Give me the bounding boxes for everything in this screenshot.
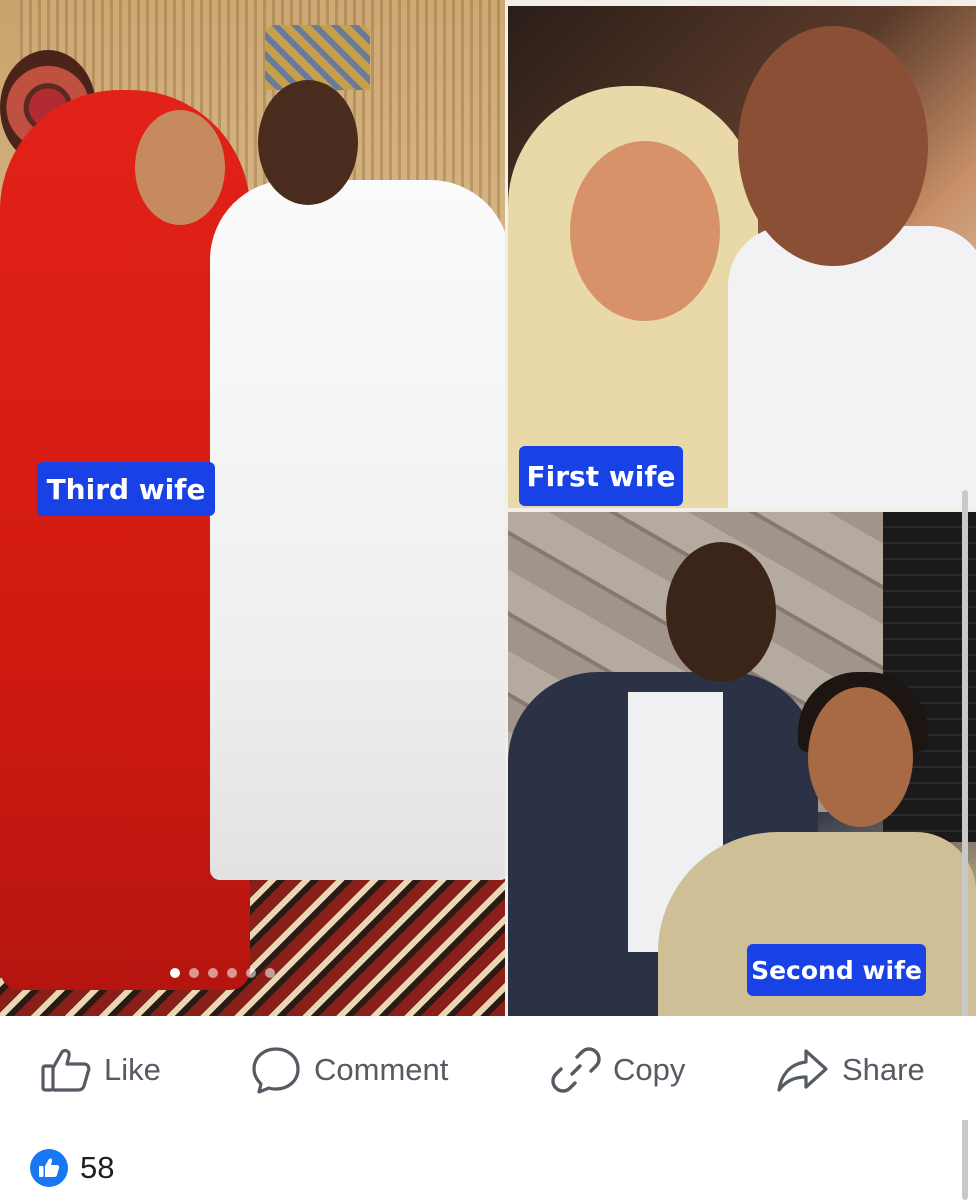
- carousel-dot[interactable]: [208, 968, 218, 978]
- like-label: Like: [104, 1052, 161, 1087]
- white-shirt: [728, 226, 976, 508]
- woman-face: [135, 110, 225, 225]
- carousel-dot[interactable]: [170, 968, 180, 978]
- carousel-dot[interactable]: [227, 968, 237, 978]
- carousel-dot[interactable]: [189, 968, 199, 978]
- carousel-dot[interactable]: [246, 968, 256, 978]
- reaction-summary[interactable]: 58: [30, 1148, 114, 1188]
- carousel-dot[interactable]: [265, 968, 275, 978]
- copy-button[interactable]: Copy: [551, 1047, 686, 1093]
- thumbs-up-icon: [40, 1047, 92, 1093]
- caption-first-wife: First wife: [519, 446, 683, 506]
- thumbs-up-icon: [30, 1149, 68, 1187]
- comment-label: Comment: [314, 1052, 449, 1087]
- comment-bubble-icon: [250, 1045, 302, 1095]
- photo-second-wife[interactable]: Second wife: [508, 512, 976, 1016]
- post-action-bar: Like Comment Copy Share: [0, 1016, 976, 1120]
- share-arrow-icon: [776, 1047, 830, 1093]
- photo-first-wife[interactable]: First wife: [508, 6, 976, 508]
- link-icon: [551, 1045, 601, 1095]
- caption-second-wife: Second wife: [747, 944, 926, 996]
- carousel-dots: [170, 968, 275, 978]
- woman-face: [808, 687, 913, 827]
- man-in-white: [210, 180, 505, 880]
- like-button[interactable]: Like: [40, 1047, 161, 1093]
- man-face: [738, 26, 928, 266]
- woman-face: [570, 141, 720, 321]
- copy-label: Copy: [613, 1052, 686, 1087]
- photo-collage[interactable]: Third wife First wife Second wife: [0, 0, 976, 1016]
- caption-third-wife: Third wife: [37, 462, 215, 516]
- share-button[interactable]: Share: [776, 1047, 925, 1093]
- share-label: Share: [842, 1052, 925, 1087]
- reaction-count: 58: [80, 1150, 115, 1185]
- comment-button[interactable]: Comment: [250, 1047, 449, 1094]
- photo-third-wife[interactable]: Third wife: [0, 0, 505, 1016]
- man-face: [258, 80, 358, 205]
- man-face: [666, 542, 776, 682]
